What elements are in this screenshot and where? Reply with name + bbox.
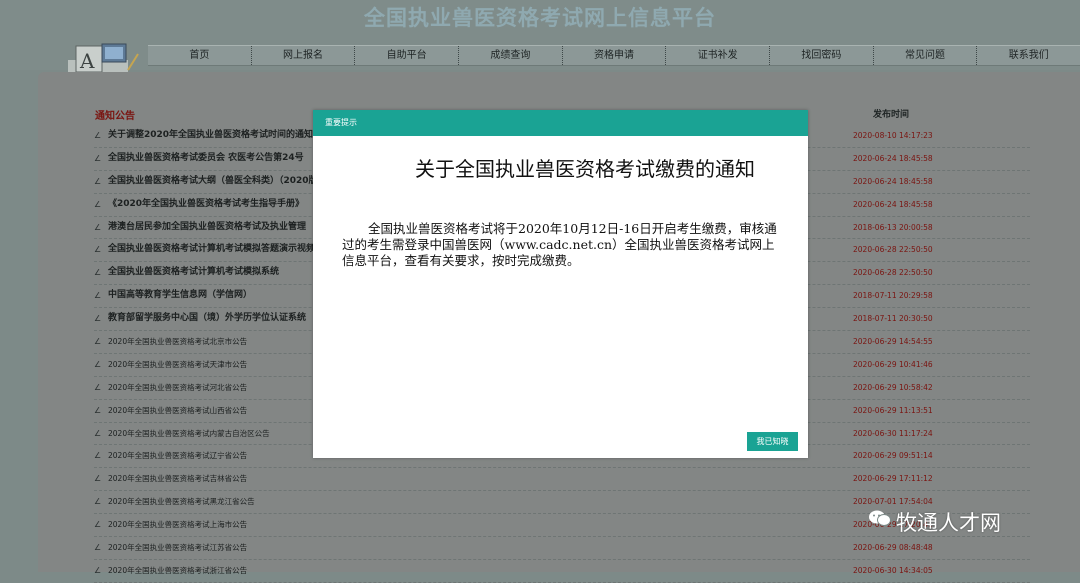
notice-date: 2020-06-24 18:45:58 bbox=[853, 153, 933, 163]
notice-date: 2020-06-28 22:50:50 bbox=[853, 268, 933, 278]
notice-title-link[interactable]: 2020年全国执业兽医资格考试浙江省公告 bbox=[108, 560, 247, 581]
notice-date: 2020-06-29 11:13:51 bbox=[853, 405, 933, 415]
pencil-icon: ∠ bbox=[94, 497, 102, 507]
pencil-icon: ∠ bbox=[94, 199, 102, 209]
notice-title-link[interactable]: 2020年全国执业兽医资格考试辽宁省公告 bbox=[108, 445, 247, 466]
notice-date: 2020-06-30 14:34:05 bbox=[853, 565, 933, 575]
main-nav: 首页 网上报名 自助平台 成绩查询 资格申请 证书补发 找回密码 常见问题 联系… bbox=[148, 45, 1080, 66]
nav-certificate-reissue[interactable]: 证书补发 bbox=[665, 46, 769, 65]
notice-date: 2020-06-30 11:17:24 bbox=[853, 428, 933, 438]
notice-date: 2020-06-29 09:51:14 bbox=[853, 451, 933, 461]
acknowledge-button[interactable]: 我已知晓 bbox=[747, 432, 798, 451]
notice-title-link[interactable]: 港澳台居民参加全国执业兽医资格考试及执业管理 bbox=[108, 217, 306, 238]
pencil-icon: ∠ bbox=[94, 474, 102, 484]
notice-title-link[interactable]: 2020年全国执业兽医资格考试河北省公告 bbox=[108, 377, 247, 398]
notice-date: 2020-06-29 10:41:46 bbox=[853, 359, 933, 369]
notice-title-link[interactable]: 《2020年全国执业兽医资格考试考生指导手册》 bbox=[108, 194, 304, 215]
pencil-icon: ∠ bbox=[94, 520, 102, 530]
svg-text:A: A bbox=[79, 49, 95, 73]
pencil-icon: ∠ bbox=[94, 359, 102, 369]
pencil-icon: ∠ bbox=[94, 382, 102, 392]
pencil-icon: ∠ bbox=[94, 268, 102, 278]
notice-date: 2020-06-29 17:11:12 bbox=[853, 474, 933, 484]
notice-row[interactable]: ∠ 2020年全国执业兽医资格考试江苏省公告 2020-06-29 08:48:48 bbox=[94, 537, 1030, 560]
notice-date: 2020-06-28 22:50:50 bbox=[853, 245, 933, 255]
pencil-icon: ∠ bbox=[94, 565, 102, 575]
nav-score-query[interactable]: 成绩查询 bbox=[458, 46, 562, 65]
nav-faq[interactable]: 常见问题 bbox=[872, 46, 977, 65]
notice-row[interactable]: ∠ 2020年全国执业兽医资格考试浙江省公告 2020-06-30 14:34:05 bbox=[94, 560, 1030, 583]
site-title: 全国执业兽医资格考试网上信息平台 bbox=[364, 6, 716, 30]
watermark: 牧通人才网 bbox=[868, 505, 1048, 539]
notice-date: 2018-07-11 20:30:50 bbox=[853, 314, 933, 324]
notice-title-link[interactable]: 2020年全国执业兽医资格考试黑龙江省公告 bbox=[108, 491, 255, 512]
nav-home[interactable]: 首页 bbox=[148, 46, 251, 65]
nav-contact[interactable]: 联系我们 bbox=[976, 46, 1080, 65]
pencil-icon: ∠ bbox=[94, 222, 102, 232]
site-logo: A bbox=[66, 40, 144, 74]
notice-date: 2018-06-13 20:00:58 bbox=[853, 222, 933, 232]
notice-title-link[interactable]: 教育部留学服务中心国（境）外学历学位认证系统 bbox=[108, 308, 306, 329]
notice-title-link[interactable]: 中国高等教育学生信息网（学信网） bbox=[108, 285, 252, 306]
pencil-icon: ∠ bbox=[94, 153, 102, 163]
notice-title-link[interactable]: 全国执业兽医资格考试计算机考试模拟答题演示视频 bbox=[108, 239, 315, 260]
nav-qualification-apply[interactable]: 资格申请 bbox=[561, 46, 666, 65]
pencil-icon: ∠ bbox=[94, 291, 102, 301]
pencil-icon: ∠ bbox=[94, 314, 102, 324]
wechat-icon bbox=[869, 510, 891, 526]
notice-date: 2020-06-29 10:58:42 bbox=[853, 382, 933, 392]
dialog-title: 关于全国执业兽医资格考试缴费的通知 bbox=[415, 157, 755, 181]
notice-title-link[interactable]: 2020年全国执业兽医资格考试内蒙古自治区公告 bbox=[108, 423, 270, 444]
notice-date: 2020-06-29 14:54:55 bbox=[853, 337, 933, 347]
pencil-icon: ∠ bbox=[94, 337, 102, 347]
site-header: 全国执业兽医资格考试网上信息平台 A 首页 网上报名 自助平台 成绩查询 资格申… bbox=[0, 0, 1080, 74]
important-notice-dialog: 重要提示 关于全国执业兽医资格考试缴费的通知 全国执业兽医资格考试将于2020年… bbox=[313, 110, 808, 458]
notice-title-link[interactable]: 全国执业兽医资格考试委员会 农医考公告第24号 bbox=[108, 148, 304, 169]
notice-title-link[interactable]: 2020年全国执业兽医资格考试天津市公告 bbox=[108, 354, 247, 375]
notice-date: 2020-06-24 18:45:58 bbox=[853, 199, 933, 209]
notice-title-link[interactable]: 全国执业兽医资格考试计算机考试模拟系统 bbox=[108, 262, 279, 283]
notice-title-link[interactable]: 全国执业兽医资格考试大纲（兽医全科类）（2020版） bbox=[108, 171, 327, 192]
pencil-icon: ∠ bbox=[94, 428, 102, 438]
nav-online-registration[interactable]: 网上报名 bbox=[250, 46, 355, 65]
dialog-header: 重要提示 bbox=[313, 110, 808, 136]
notice-title-link[interactable]: 2020年全国执业兽医资格考试山西省公告 bbox=[108, 400, 247, 421]
publish-date-heading: 发布时间 bbox=[873, 110, 910, 120]
nav-recover-password[interactable]: 找回密码 bbox=[769, 46, 873, 65]
pencil-icon: ∠ bbox=[94, 245, 102, 255]
notice-date: 2018-07-11 20:29:58 bbox=[853, 291, 933, 301]
notice-list-heading: 通知公告 bbox=[95, 111, 135, 122]
pencil-icon: ∠ bbox=[94, 451, 102, 461]
nav-self-service[interactable]: 自助平台 bbox=[354, 46, 458, 65]
watermark-text: 牧通人才网 bbox=[896, 511, 1001, 535]
pencil-icon: ∠ bbox=[94, 543, 102, 553]
pencil-icon: ∠ bbox=[94, 176, 102, 186]
notice-row[interactable]: ∠ 2020年全国执业兽医资格考试吉林省公告 2020-06-29 17:11:12 bbox=[94, 468, 1030, 492]
notice-title-link[interactable]: 2020年全国执业兽医资格考试江苏省公告 bbox=[108, 537, 247, 558]
notice-date: 2020-06-24 18:45:58 bbox=[853, 176, 933, 186]
dialog-body: 全国执业兽医资格考试将于2020年10月12日-16日开启考生缴费，审核通过的考… bbox=[342, 221, 777, 268]
notice-date: 2020-06-29 08:48:48 bbox=[853, 543, 933, 553]
pencil-icon: ∠ bbox=[94, 405, 102, 415]
notice-title-link[interactable]: 关于调整2020年全国执业兽医资格考试时间的通知 bbox=[108, 125, 313, 146]
notice-title-link[interactable]: 2020年全国执业兽医资格考试北京市公告 bbox=[108, 331, 247, 352]
notice-title-link[interactable]: 2020年全国执业兽医资格考试吉林省公告 bbox=[108, 468, 247, 489]
pencil-icon: ∠ bbox=[94, 131, 102, 140]
notice-title-link[interactable]: 2020年全国执业兽医资格考试上海市公告 bbox=[108, 514, 247, 535]
notice-date: 2020-08-10 14:17:23 bbox=[853, 131, 933, 140]
